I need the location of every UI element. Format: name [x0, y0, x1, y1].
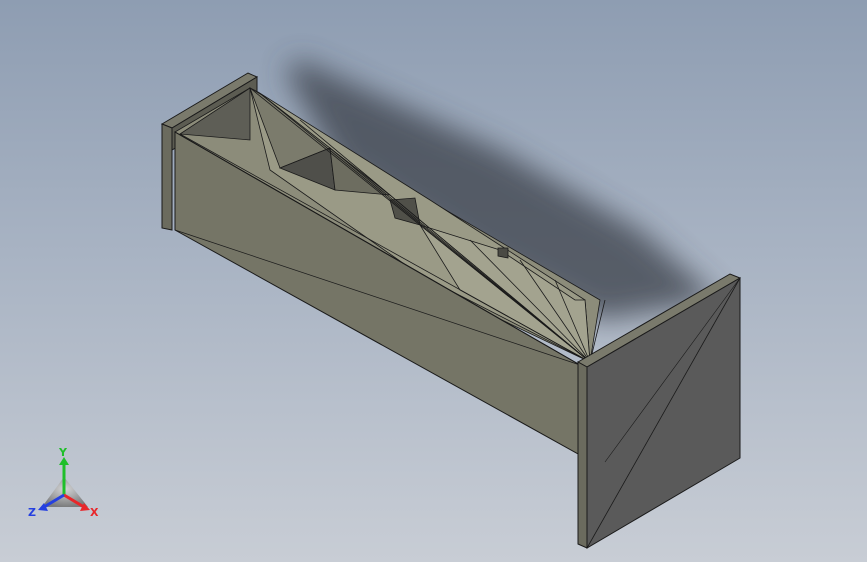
x-axis-label: X — [90, 506, 99, 519]
orientation-triad: Y X Z — [28, 446, 99, 519]
graphics-viewport[interactable]: Y X Z — [0, 0, 867, 562]
z-axis-label: Z — [28, 506, 36, 519]
y-axis-label: Y — [58, 446, 68, 459]
3d-model[interactable] — [0, 0, 867, 562]
